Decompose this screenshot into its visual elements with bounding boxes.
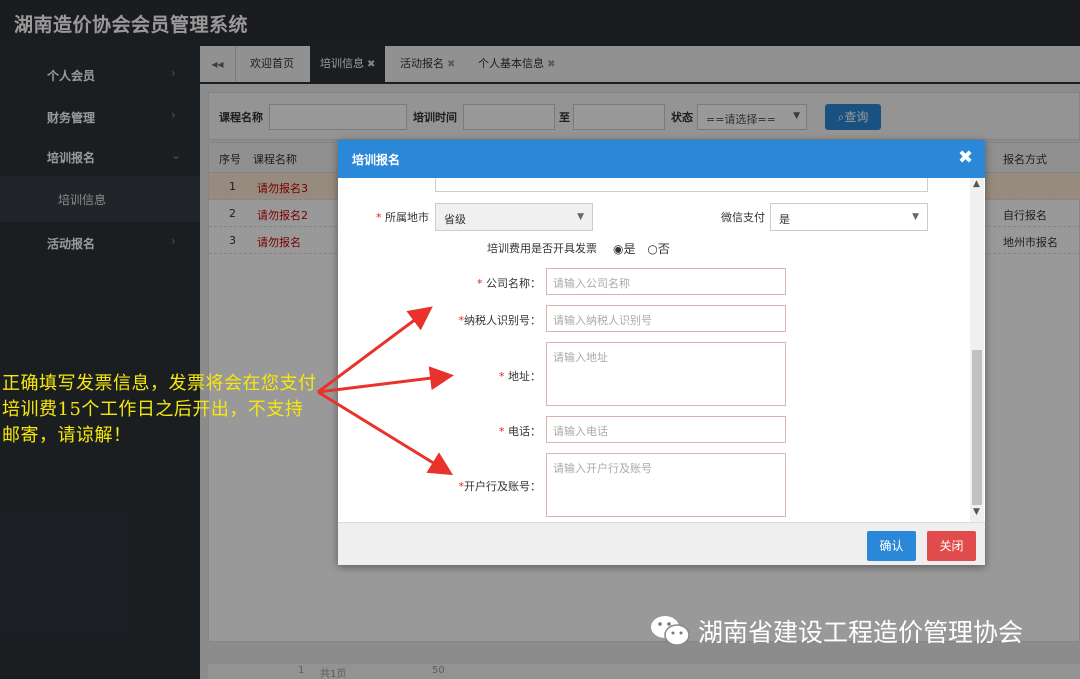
wechat-pay-select[interactable]: 是 ▼ — [770, 203, 928, 231]
phone-input[interactable]: 请输入电话 — [546, 416, 786, 443]
scroll-down-icon[interactable]: ▼ — [973, 507, 980, 517]
wechat-pay-label: 微信支付 — [721, 211, 765, 224]
invoice-yes-radio[interactable]: ◉ — [613, 242, 623, 256]
dialog-footer: 确认 关闭 — [338, 522, 985, 565]
watermark-text: 湖南省建设工程造价管理协会 — [698, 618, 1024, 647]
taxpayer-id-label: *纳税人识别号： — [458, 314, 542, 327]
invoice-question-label: 培训费用是否开具发票 — [487, 242, 597, 255]
training-signup-dialog: 培训报名 ✖ * 所属地市 省级 ▼ 微信支付 是 ▼ 培训费用是否开具发票 ◉… — [338, 140, 985, 565]
dialog-title: 培训报名 — [352, 153, 401, 167]
invoice-no-radio[interactable]: ○ — [647, 242, 657, 256]
bank-account-textarea[interactable]: 请输入开户行及账号 — [546, 453, 786, 517]
confirm-button[interactable]: 确认 — [867, 531, 916, 561]
company-name-input[interactable]: 请输入公司名称 — [546, 268, 786, 295]
scroll-up-icon[interactable]: ▲ — [973, 179, 980, 189]
city-label: * 所属地市 — [376, 211, 429, 224]
phone-label: * 电话： — [499, 425, 541, 438]
invoice-radio-group: ◉是 ○否 — [613, 240, 670, 257]
scrollbar-thumb[interactable] — [972, 350, 982, 505]
invoice-notice-annotation: 正确填写发票信息，发票将会在您支付培训费15个工作日之后开出，不支持邮寄，请谅解… — [2, 373, 317, 446]
close-button[interactable]: 关闭 — [927, 531, 976, 561]
city-select-value: 省级 — [444, 213, 466, 226]
wechat-pay-select-value: 是 — [779, 213, 790, 226]
dialog-scrollbar[interactable]: ▲ ▼ — [970, 178, 984, 522]
wechat-icon — [651, 616, 690, 646]
invoice-no-label: 否 — [657, 242, 670, 256]
company-name-label: * 公司名称： — [477, 277, 541, 290]
invoice-yes-label: 是 — [623, 242, 636, 256]
dialog-body: * 所属地市 省级 ▼ 微信支付 是 ▼ 培训费用是否开具发票 ◉是 ○否 * … — [338, 178, 985, 522]
taxpayer-id-input[interactable]: 请输入纳税人识别号 — [546, 305, 786, 332]
address-label: * 地址： — [499, 370, 541, 383]
dialog-header: 培训报名 ✖ — [338, 140, 985, 178]
watermark: 湖南省建设工程造价管理协会 — [650, 614, 1023, 648]
bank-account-label: *开户行及账号： — [458, 480, 542, 493]
close-icon[interactable]: ✖ — [958, 147, 973, 168]
caret-down-icon: ▼ — [912, 212, 919, 222]
previous-field-input[interactable] — [435, 178, 928, 192]
address-textarea[interactable]: 请输入地址 — [546, 342, 786, 406]
caret-down-icon: ▼ — [577, 212, 584, 222]
city-select[interactable]: 省级 ▼ — [435, 203, 593, 231]
